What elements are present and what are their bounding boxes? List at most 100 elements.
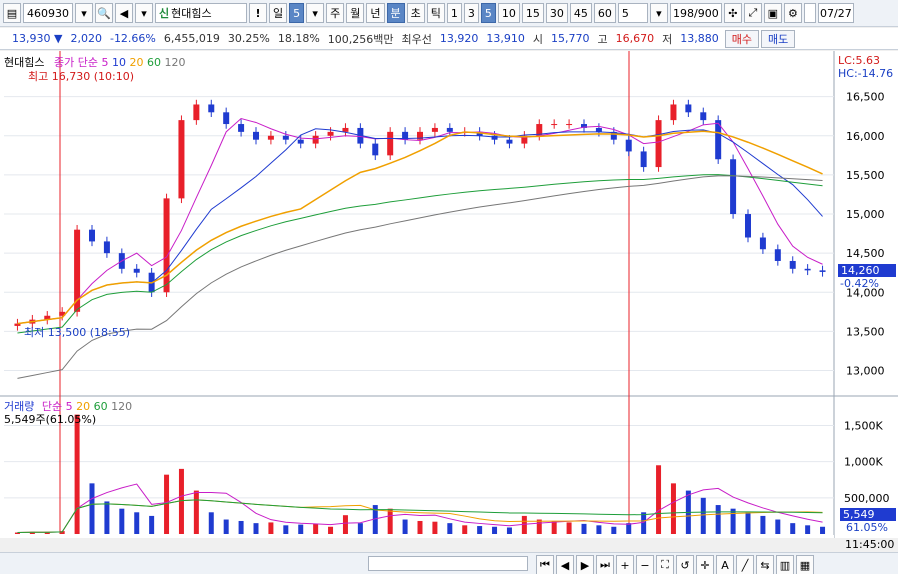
date-input[interactable]: 07/27 — [817, 3, 854, 23]
buy-button[interactable]: 매수 — [724, 29, 760, 48]
dropdown-chevron-icon[interactable]: ▾ — [135, 3, 153, 23]
scroll-right-icon[interactable]: ▶ — [576, 555, 594, 574]
volume-bar — [74, 414, 80, 534]
tool-icon[interactable]: ⤢ — [743, 3, 762, 23]
minute-1-button[interactable]: 1 — [446, 3, 462, 23]
minute-45-button[interactable]: 45 — [569, 3, 592, 23]
volume-bar — [551, 520, 557, 534]
candle-body — [238, 124, 245, 132]
volume-bar — [432, 521, 438, 534]
candle-body — [789, 260, 796, 269]
candle-body — [312, 135, 319, 144]
settings-gear-icon[interactable]: ⚙ — [783, 3, 802, 23]
candle-body — [700, 112, 707, 121]
volume-tick-label: 1,000K — [844, 456, 883, 469]
menu-icon[interactable]: ▤ — [3, 3, 21, 23]
volume-bar — [656, 465, 662, 534]
period-week-button[interactable]: 주 — [326, 3, 345, 23]
fit-icon[interactable]: ⛶ — [656, 555, 674, 574]
scroll-first-icon[interactable]: ⏮ — [536, 555, 554, 574]
minute-60-button[interactable]: 60 — [593, 3, 616, 23]
low-label: 저 — [662, 32, 673, 46]
volume-bar — [596, 525, 602, 534]
stock-name-field[interactable]: 신 현대힘스 — [155, 3, 247, 23]
crosshair-icon[interactable]: ✣ — [723, 3, 742, 23]
minute-30-button[interactable]: 30 — [545, 3, 568, 23]
compare-icon[interactable]: ⇆ — [756, 555, 774, 574]
dropdown-chevron-icon[interactable]: ▾ — [649, 3, 668, 23]
sell-button[interactable]: 매도 — [761, 29, 796, 48]
volume-bar — [134, 512, 140, 534]
period-second-button[interactable]: 초 — [406, 3, 425, 23]
scroll-thumb[interactable] — [368, 556, 528, 571]
price-tick-label: 15,500 — [846, 169, 885, 182]
scroll-left-icon[interactable]: ◀ — [556, 555, 574, 574]
toolbar: ▤ 460930 ▾ 🔍 ◀ ▾ 신 현대힘스 ! 일 5 ▾ 주 월 년 분 … — [0, 0, 898, 27]
candle-body — [223, 112, 230, 125]
legend-ma4: 60 — [146, 56, 161, 69]
layout-icon[interactable]: ▥ — [776, 555, 794, 574]
search-icon[interactable]: 🔍 — [95, 3, 113, 23]
chart-background — [0, 51, 898, 538]
volume-bar — [253, 523, 259, 534]
crosshair-toggle-icon[interactable]: ✛ — [696, 555, 714, 574]
hc-label: HC:-14.76 — [838, 67, 894, 80]
candle-body — [446, 127, 453, 132]
price-tick-label: 14,500 — [846, 247, 885, 260]
candle-body — [372, 143, 379, 156]
panel-icon[interactable]: ▦ — [796, 555, 814, 574]
save-icon[interactable]: ▣ — [763, 3, 782, 23]
chart-window: ▤ 460930 ▾ 🔍 ◀ ▾ 신 현대힘스 ! 일 5 ▾ 주 월 년 분 … — [0, 0, 898, 574]
volume-bar — [402, 519, 408, 534]
dropdown-chevron-icon[interactable]: ▾ — [306, 3, 325, 23]
zoom-in-icon[interactable]: + — [616, 555, 634, 574]
volume-bar — [89, 483, 95, 534]
alert-button[interactable]: ! — [249, 3, 267, 23]
volume-bar — [700, 497, 706, 534]
high-label: 고 — [597, 32, 608, 46]
price-tick-label: 16,500 — [846, 91, 885, 104]
candle-body — [327, 131, 334, 136]
date-checkbox[interactable] — [803, 3, 816, 23]
candle-body — [89, 229, 95, 242]
bottom-scroll-bar[interactable]: ⏮ ◀ ▶ ⏭ + − ⛶ ↺ ✛ A ╱ ⇆ ▥ ▦ — [0, 552, 898, 574]
zoom-out-icon[interactable]: − — [636, 555, 654, 574]
dropdown-chevron-icon[interactable]: ▾ — [75, 3, 93, 23]
volume-bar — [357, 523, 363, 534]
minute-15-button[interactable]: 15 — [521, 3, 544, 23]
period-minute-button[interactable]: 분 — [386, 3, 405, 23]
period-tick-button[interactable]: 틱 — [426, 3, 445, 23]
reset-icon[interactable]: ↺ — [676, 555, 694, 574]
candle-body — [267, 135, 274, 140]
stock-code-input[interactable]: 460930 — [23, 3, 73, 23]
period-day-button[interactable]: 일 — [269, 3, 288, 23]
volume-bar — [283, 525, 289, 534]
period-year-button[interactable]: 년 — [366, 3, 385, 23]
best-quote-label: 최우선 — [401, 32, 432, 46]
volume-bar — [342, 515, 348, 534]
volume-bar — [715, 505, 721, 534]
line-tool-icon[interactable]: ╱ — [736, 555, 754, 574]
volume-bar — [104, 501, 110, 534]
trade-amount: 100,256백만 — [327, 32, 394, 46]
minute-10-button[interactable]: 10 — [497, 3, 520, 23]
low-price: 13,880 — [680, 32, 719, 45]
candle-body — [774, 249, 781, 261]
text-tool-icon[interactable]: A — [716, 555, 734, 574]
volume-bar — [611, 526, 617, 534]
candle-body — [655, 120, 662, 168]
volume-bar — [760, 515, 766, 534]
volume-bar — [820, 526, 826, 534]
chart-area[interactable]: 13,000 13,500 14,000 14,500 15,000 15,500 16,0… — [0, 51, 898, 551]
best-bid: 13,910 — [486, 32, 525, 45]
minute-5-button[interactable]: 5 — [480, 3, 496, 23]
count-input[interactable]: 5 — [617, 3, 648, 23]
price-volume-chart[interactable]: 13,00013,50014,00014,50015,00015,50016,0… — [0, 51, 898, 538]
scroll-last-icon[interactable]: ⏭ — [596, 555, 614, 574]
minute-3-button[interactable]: 3 — [463, 3, 479, 23]
period-num-select[interactable]: 5 — [289, 3, 305, 23]
candle-body — [640, 151, 647, 168]
new-listing-badge: 신 — [159, 7, 170, 20]
period-month-button[interactable]: 월 — [346, 3, 365, 23]
speaker-icon[interactable]: ◀ — [115, 3, 133, 23]
